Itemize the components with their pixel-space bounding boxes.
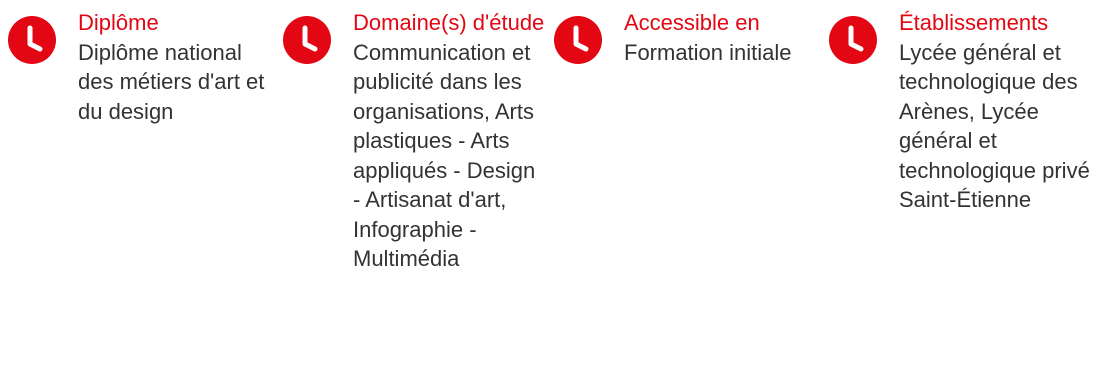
info-text: Diplôme Diplôme national des métiers d'a… (78, 8, 273, 126)
info-title-diplome: Diplôme (78, 10, 159, 35)
info-block-domaines: Domaine(s) d'étude Communication et publ… (283, 8, 548, 274)
info-value-etablissements: Lycée général et technologique des Arène… (899, 39, 1090, 213)
info-value-domaines: Communication et publicité dans les orga… (353, 39, 536, 272)
clock-icon (554, 16, 602, 64)
info-title-accessible: Accessible en (624, 10, 760, 35)
clock-icon (829, 16, 877, 64)
clock-icon (283, 16, 331, 64)
info-text: Établissements Lycée général et technolo… (899, 8, 1097, 215)
info-title-domaines: Domaine(s) d'étude (353, 10, 545, 35)
info-value-diplome: Diplôme national des métiers d'art et du… (78, 39, 265, 124)
info-block-etablissements: Établissements Lycée général et technolo… (829, 8, 1097, 215)
info-block-diplome: Diplôme Diplôme national des métiers d'a… (8, 8, 273, 126)
info-title-etablissements: Établissements (899, 10, 1049, 35)
clock-icon (8, 16, 56, 64)
info-text: Domaine(s) d'étude Communication et publ… (353, 8, 548, 274)
info-block-accessible: Accessible en Formation initiale (554, 8, 819, 67)
info-value-accessible: Formation initiale (624, 39, 792, 65)
info-text: Accessible en Formation initiale (624, 8, 819, 67)
